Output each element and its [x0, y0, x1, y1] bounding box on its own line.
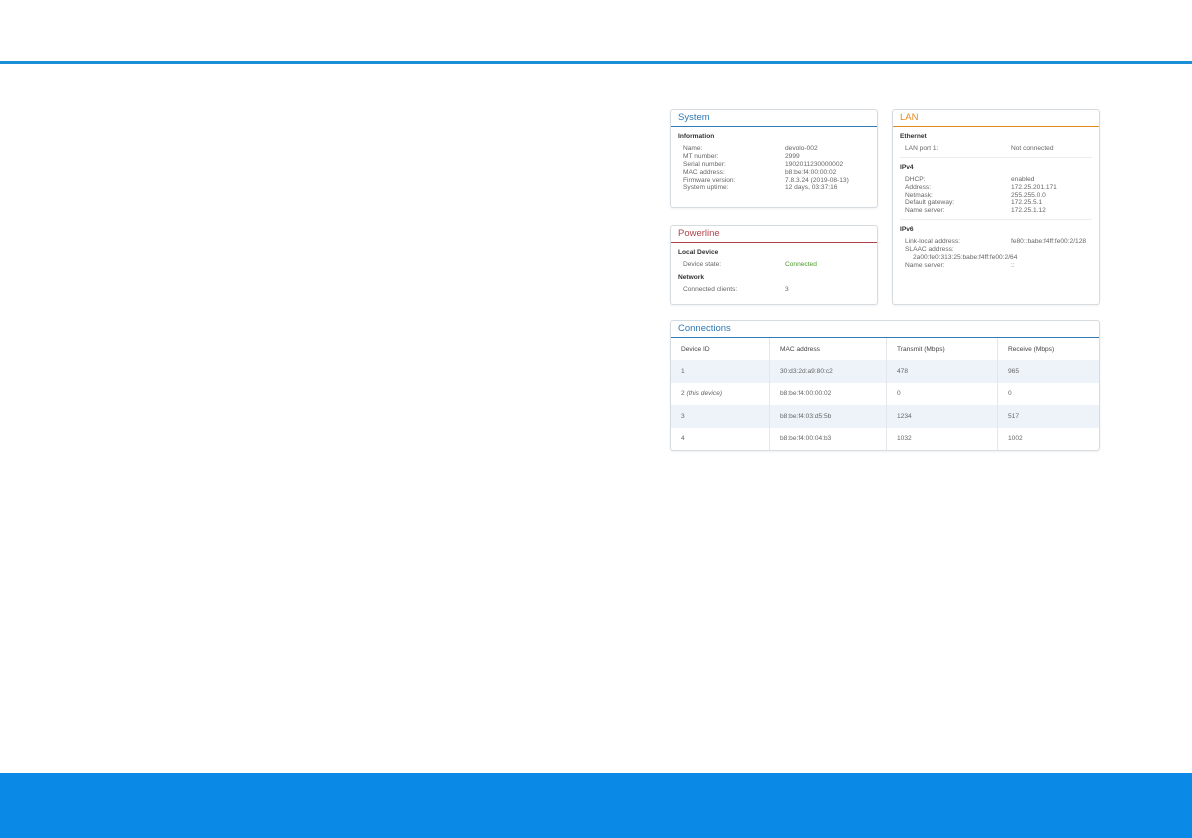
divider [900, 156, 1092, 158]
ipv6-row-link-local: Link-local address: fe80::babe:f4ff:fe00… [905, 238, 1087, 246]
connections-panel: Connections Device ID MAC address Transm… [670, 320, 1100, 451]
ipv4-row-name-server: Name server: 172.25.1.12 [905, 207, 1046, 215]
lan-panel: LAN Ethernet LAN port 1: Not connected I… [892, 109, 1100, 305]
ethernet-section-title: Ethernet [900, 133, 927, 140]
system-row-mt-number: MT number: 2999 [683, 152, 800, 160]
system-row-mac-address: MAC address: b8:be:f4:00:00:02 [683, 168, 837, 176]
mac-cell: b8:be:f4:00:00:02 [769, 382, 887, 405]
table-row: 1 30:d3:2d:a9:80:c2 478 965 [671, 360, 1099, 383]
ipv4-row-dhcp: DHCP: enabled [905, 175, 1035, 183]
lan-port-row: LAN port 1: Not connected [905, 144, 1054, 152]
device-state-row: Device state: Connected [683, 260, 817, 268]
connected-clients-row: Connected clients: 3 [683, 285, 789, 293]
receive-cell: 1002 [997, 427, 1099, 450]
local-device-section-title: Local Device [678, 249, 719, 256]
table-header-row: Device ID MAC address Transmit (Mbps) Re… [671, 338, 1099, 360]
powerline-panel-title: Powerline [671, 226, 877, 243]
header-divider [0, 61, 1192, 64]
system-row-uptime: System uptime: 12 days, 03:37:16 [683, 184, 838, 192]
powerline-panel: Powerline Local Device Device state: Con… [670, 225, 878, 305]
column-header-transmit: Transmit (Mbps) [886, 338, 998, 360]
ipv4-row-netmask: Netmask: 255.255.0.0 [905, 191, 1046, 199]
ipv6-row-slaac-label: SLAAC address: [905, 246, 954, 254]
table-row: 2 (this device) b8:be:f4:00:00:02 0 0 [671, 382, 1099, 405]
transmit-cell: 1032 [886, 427, 998, 450]
device-id-cell: 1 [671, 360, 770, 383]
column-header-device-id: Device ID [681, 345, 710, 353]
system-row-firmware-version: Firmware version: 7.8.3.24 (2019-08-13) [683, 176, 849, 184]
transmit-cell: 0 [886, 382, 998, 405]
receive-cell: 517 [997, 405, 1099, 428]
column-header-mac-address: MAC address [769, 338, 887, 360]
this-device-note: (this device) [686, 390, 723, 398]
receive-cell: 965 [997, 360, 1099, 383]
connections-panel-title: Connections [671, 321, 1099, 338]
divider [900, 219, 1092, 221]
connections-table: Device ID MAC address Transmit (Mbps) Re… [671, 338, 1099, 450]
receive-cell: 0 [997, 382, 1099, 405]
device-id-cell: 2 (this device) [681, 390, 723, 398]
ipv6-section-title: IPv6 [900, 226, 914, 234]
mac-cell: b8:be:f4:00:04:b3 [769, 427, 887, 450]
ipv4-row-address: Address: 172.25.201.171 [905, 183, 1057, 191]
footer-band [0, 773, 1192, 838]
transmit-cell: 478 [886, 360, 998, 383]
mac-cell: 30:d3:2d:a9:80:c2 [769, 360, 887, 383]
device-id-cell: 3 [671, 405, 770, 428]
ipv4-section-title: IPv4 [900, 163, 914, 171]
table-row: 3 b8:be:f4:03:d5:5b 1234 517 [671, 405, 1099, 428]
column-header-receive: Receive (Mbps) [997, 338, 1099, 360]
ipv4-row-gateway: Default gateway: 172.25.5.1 [905, 199, 1043, 207]
mac-cell: b8:be:f4:03:d5:5b [769, 405, 887, 428]
device-state-value: Connected [785, 260, 817, 268]
system-row-name: Name: devolo-002 [683, 144, 818, 152]
system-row-serial-number: Serial number: 1902011230000002 [683, 160, 844, 168]
network-section-title: Network [678, 273, 705, 281]
ipv6-slaac-value: 2a00:fe0:313:25:babe:f4ff:fe00:2/64 [913, 253, 1018, 261]
lan-panel-title: LAN [893, 110, 1099, 127]
system-panel-title: System [671, 110, 877, 127]
system-panel: System Information Name: devolo-002 MT nu… [670, 109, 878, 208]
ipv6-row-name-server: Name server: :: [905, 261, 1015, 269]
information-section-title: Information [678, 133, 715, 140]
device-id-cell: 4 [681, 435, 685, 443]
table-row: 4 b8:be:f4:00:04:b3 1032 1002 [671, 427, 1099, 450]
transmit-cell: 1234 [886, 405, 998, 428]
